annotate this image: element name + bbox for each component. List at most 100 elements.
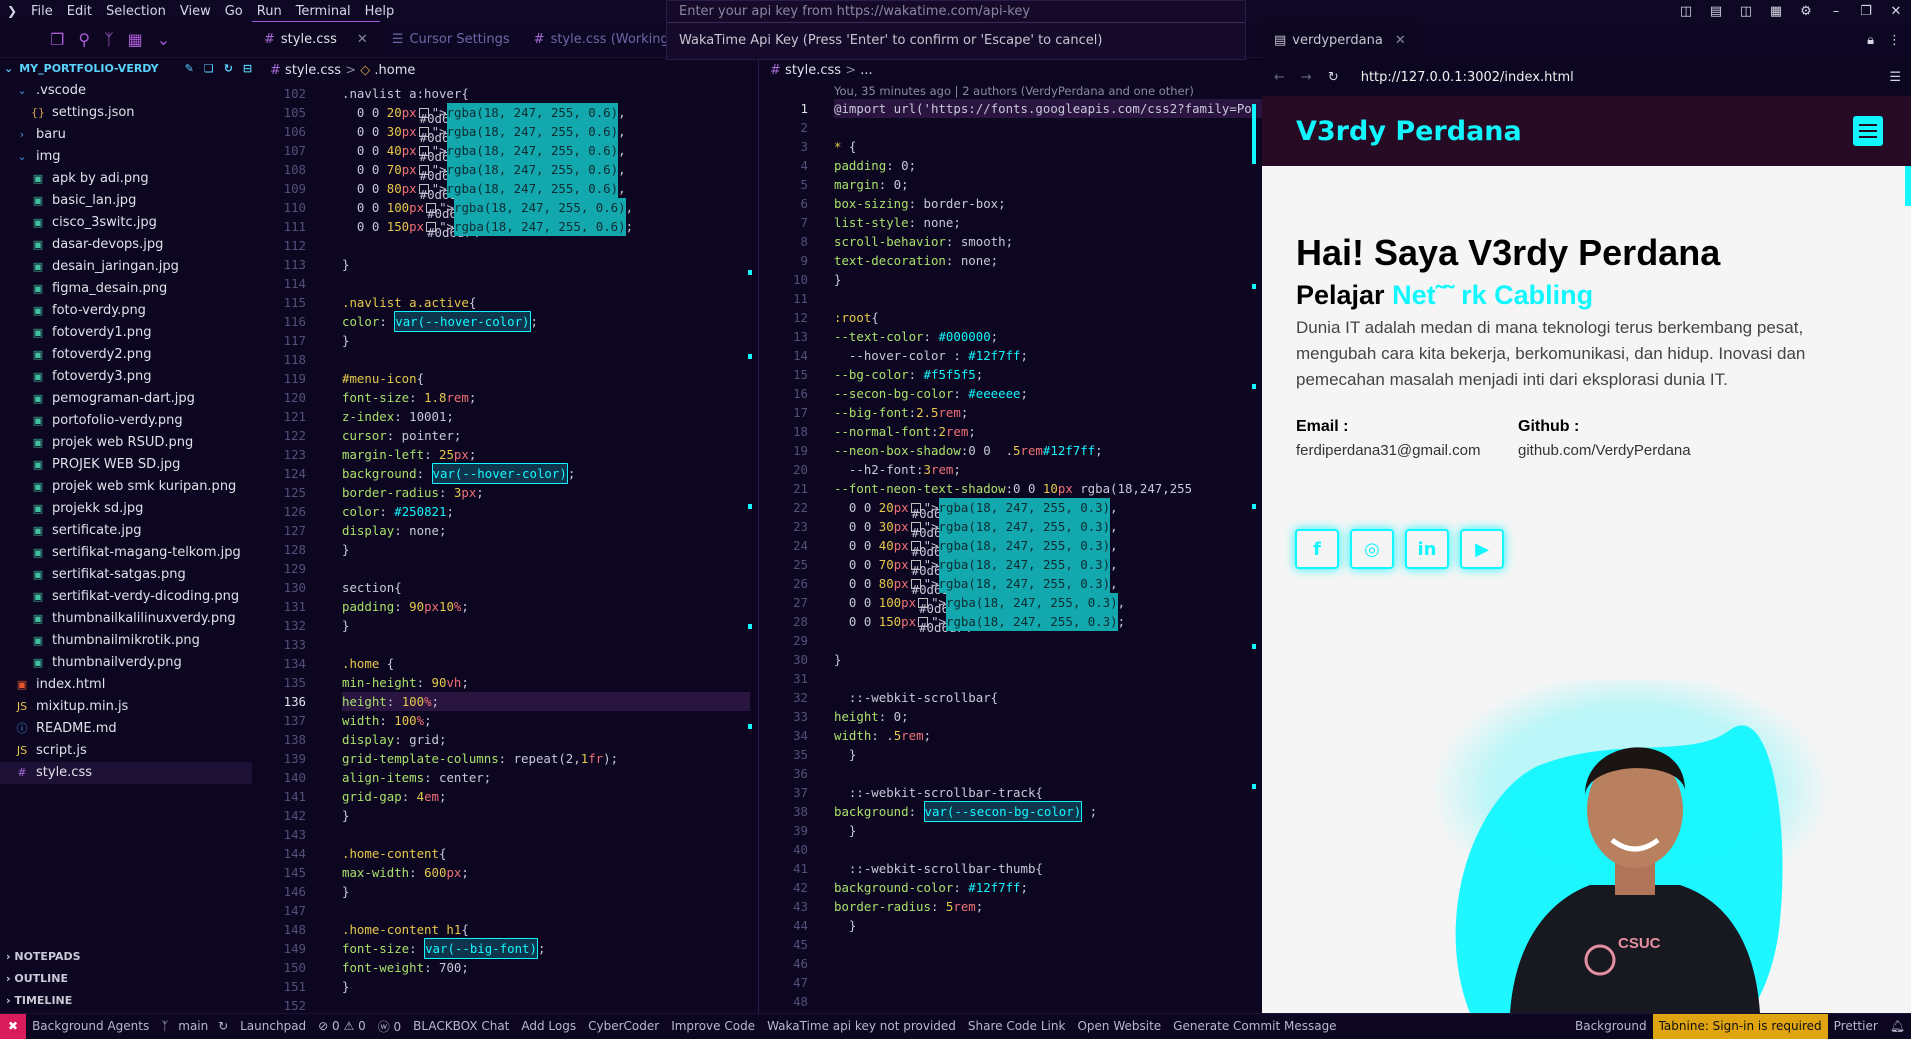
status-problems[interactable]: ⊘ 0 ⚠ 0 <box>312 1019 372 1033</box>
tree-item[interactable]: ▣ projek web RSUD.png <box>0 432 252 454</box>
toggle-sidebar-icon[interactable]: ◫ <box>1671 4 1701 19</box>
close-tab-icon[interactable]: ✕ <box>357 32 368 47</box>
new-file-icon[interactable]: ✎ <box>185 58 194 80</box>
status-commit-message[interactable]: Generate Commit Message <box>1167 1019 1342 1033</box>
restore-icon[interactable]: ❐ <box>1851 4 1881 19</box>
tree-item[interactable]: ▣ pemograman-dart.jpg <box>0 388 252 410</box>
tree-item[interactable]: ▣ projek web smk kuripan.png <box>0 476 252 498</box>
facebook-icon[interactable]: f <box>1295 529 1339 569</box>
instagram-icon[interactable]: ◎ <box>1350 529 1394 569</box>
more-icon[interactable]: ⋮ <box>1888 33 1901 48</box>
notifications-icon[interactable]: 🔔︎ <box>1884 1019 1911 1033</box>
status-cybercoder[interactable]: CyberCoder <box>582 1019 665 1033</box>
back-arrow-icon[interactable]: ← <box>1274 70 1285 85</box>
status-improve-code[interactable]: Improve Code <box>665 1019 761 1033</box>
section-timeline[interactable]: › TIMELINE <box>0 990 252 1012</box>
tree-item[interactable]: ⓘ README.md <box>0 718 252 740</box>
status-add-logs[interactable]: Add Logs <box>515 1019 582 1033</box>
section-notepads[interactable]: › NOTEPADS <box>0 946 252 968</box>
menu-selection[interactable]: Selection <box>99 4 173 19</box>
breadcrumb-file[interactable]: style.css <box>785 63 841 78</box>
new-folder-icon[interactable]: ❏ <box>204 58 214 80</box>
tree-item[interactable]: ▣ dasar-devops.jpg <box>0 234 252 256</box>
editor-right-scrollbar[interactable] <box>1248 84 1262 1013</box>
tree-item[interactable]: ▣ sertifikat-satgas.png <box>0 564 252 586</box>
layout-icon[interactable]: ▦ <box>1761 4 1791 19</box>
tree-item[interactable]: ⌄ img <box>0 146 252 168</box>
browser-tab[interactable]: ▤ verdyperdana ✕ <box>1262 22 1418 58</box>
menu-run[interactable]: Run <box>250 4 289 19</box>
site-logo[interactable]: V3rdy Perdana <box>1296 116 1522 147</box>
minimize-icon[interactable]: – <box>1821 4 1851 19</box>
status-ports[interactable]: ⓦ 0 <box>372 1018 407 1035</box>
reload-icon[interactable]: ↻ <box>1328 70 1339 85</box>
tree-item[interactable]: ▣ sertifikat-magang-telkom.jpg <box>0 542 252 564</box>
status-tabnine[interactable]: Tabnine: Sign-in is required <box>1652 1013 1828 1039</box>
tree-item[interactable]: JS mixitup.min.js <box>0 696 252 718</box>
collapse-icon[interactable]: ⊟ <box>243 58 252 80</box>
tree-item[interactable]: ▣ foto-verdy.png <box>0 300 252 322</box>
status-branch[interactable]: ᛉ main ↻ <box>155 1019 234 1033</box>
breadcrumb-symbol[interactable]: .home <box>374 63 415 78</box>
search-icon[interactable]: ⚲ <box>78 30 90 49</box>
status-prettier[interactable]: Prettier <box>1828 1019 1884 1033</box>
tree-item[interactable]: ▣ fotoverdy1.png <box>0 322 252 344</box>
scrollbar-track[interactable] <box>1905 166 1911 206</box>
tree-item[interactable]: ▣ thumbnailmikrotik.png <box>0 630 252 652</box>
status-wakatime[interactable]: WakaTime api key not provided <box>761 1019 962 1033</box>
lock-icon[interactable]: 🔒︎ <box>1867 33 1874 48</box>
github-value[interactable]: github.com/VerdyPerdana <box>1518 442 1691 459</box>
remote-indicator-icon[interactable]: ✖ <box>0 1013 27 1039</box>
source-control-icon[interactable]: ᛉ <box>104 30 114 49</box>
tree-item[interactable]: ▣ fotoverdy2.png <box>0 344 252 366</box>
menu-edit[interactable]: Edit <box>60 4 99 19</box>
tree-item[interactable]: ▣ basic_lan.jpg <box>0 190 252 212</box>
tree-item[interactable]: ▣ desain_jaringan.jpg <box>0 256 252 278</box>
close-tab-icon[interactable]: ✕ <box>1395 33 1406 48</box>
tree-item[interactable]: ▣ fotoverdy3.png <box>0 366 252 388</box>
tree-item[interactable]: ▣ index.html <box>0 674 252 696</box>
linkedin-icon[interactable]: in <box>1405 529 1449 569</box>
editor-right-code[interactable]: @import url('https://fonts.googleapis.co… <box>834 99 1262 1013</box>
editor-split-divider[interactable] <box>758 58 759 1013</box>
tree-item[interactable]: ▣ sertifikat-verdy-dicoding.png <box>0 586 252 608</box>
menu-file[interactable]: File <box>24 4 60 19</box>
menu-view[interactable]: View <box>173 4 218 19</box>
tree-item[interactable]: › baru <box>0 124 252 146</box>
tab-style-css-working-tree[interactable]: # style.css (Working Tr <box>522 21 685 57</box>
settings-gear-icon[interactable]: ⚙ <box>1791 4 1821 19</box>
wakatime-api-key-input[interactable]: Enter your api key from https://wakatime… <box>667 1 1245 23</box>
editor-left-code[interactable]: .navlist a:hover{ 0 0 20px #0d6d74">rgba… <box>342 84 750 1013</box>
menu-terminal[interactable]: Terminal <box>289 4 358 19</box>
youtube-icon[interactable]: ▶ <box>1460 529 1504 569</box>
breadcrumb-file[interactable]: style.css <box>285 63 341 78</box>
explorer-icon[interactable]: ❐ <box>50 30 64 49</box>
tree-item[interactable]: ⌄ .vscode <box>0 80 252 102</box>
menu-icon[interactable]: ☰ <box>1889 70 1901 85</box>
status-open-website[interactable]: Open Website <box>1071 1019 1167 1033</box>
menu-help[interactable]: Help <box>358 4 402 19</box>
tree-item[interactable]: ▣ apk by adi.png <box>0 168 252 190</box>
tree-item[interactable]: # style.css <box>0 762 252 784</box>
status-launchpad[interactable]: Launchpad <box>234 1019 312 1033</box>
chevron-down-icon[interactable]: ⌄ <box>157 30 170 49</box>
tab-cursor-settings[interactable]: ☰ Cursor Settings <box>380 21 522 57</box>
status-share-code[interactable]: Share Code Link <box>962 1019 1072 1033</box>
close-window-icon[interactable]: ✕ <box>1881 4 1911 19</box>
status-background-agents[interactable]: Background Agents <box>26 1019 155 1033</box>
status-blackbox[interactable]: BLACKBOX Chat <box>407 1019 515 1033</box>
toggle-panel-icon[interactable]: ▤ <box>1701 4 1731 19</box>
extensions-icon[interactable]: ▦ <box>128 30 143 49</box>
tree-item[interactable]: ▣ thumbnailkalilinuxverdy.png <box>0 608 252 630</box>
refresh-icon[interactable]: ↻ <box>224 58 233 80</box>
tab-style-css[interactable]: # style.css ✕ <box>252 21 380 57</box>
email-value[interactable]: ferdiperdana31@gmail.com <box>1296 442 1481 459</box>
tree-item[interactable]: ▣ portofolio-verdy.png <box>0 410 252 432</box>
tree-item[interactable]: ▣ thumbnailverdy.png <box>0 652 252 674</box>
tree-item[interactable]: ▣ figma_desain.png <box>0 278 252 300</box>
tree-item[interactable]: ▣ projekk sd.jpg <box>0 498 252 520</box>
breadcrumb-symbol[interactable]: ... <box>860 63 872 78</box>
forward-arrow-icon[interactable]: → <box>1301 70 1312 85</box>
tree-item[interactable]: ▣ PROJEK WEB SD.jpg <box>0 454 252 476</box>
menu-go[interactable]: Go <box>218 4 250 19</box>
